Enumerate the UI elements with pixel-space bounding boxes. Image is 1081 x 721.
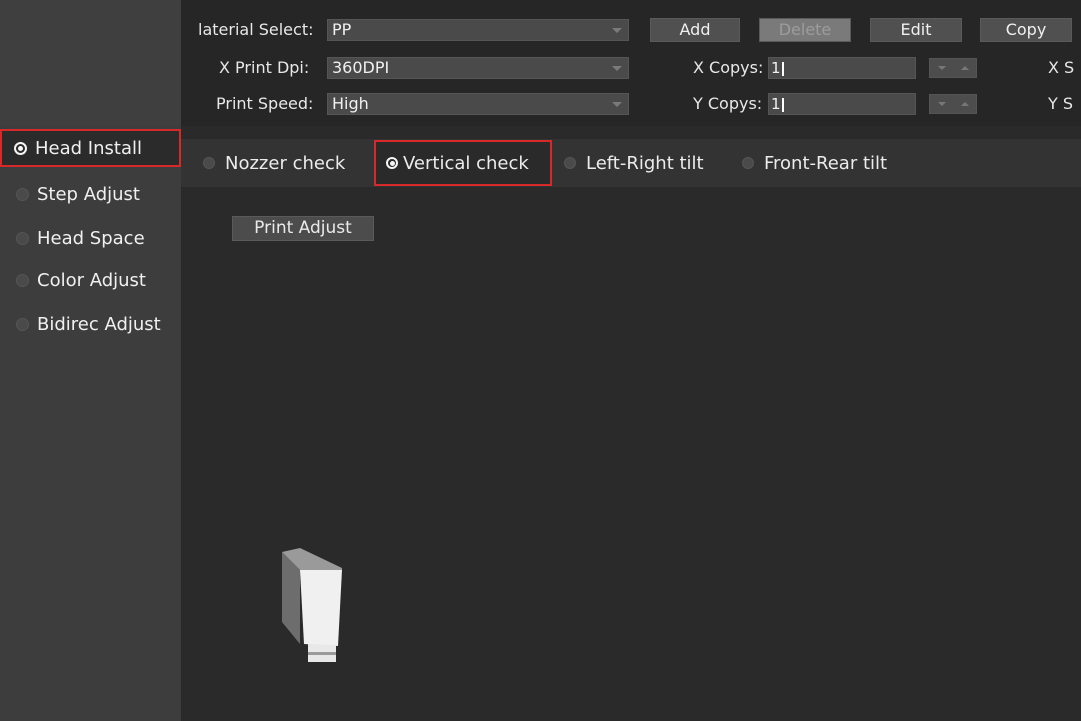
tab-label: Nozzer check — [225, 152, 346, 174]
radio-unselected-icon — [16, 317, 29, 331]
sidebar-item-label: Step Adjust — [37, 183, 140, 205]
sidebar-item-head-space[interactable]: Head Space — [0, 222, 181, 254]
text-caret — [781, 61, 784, 76]
material-row: laterial Select: PP Add Delete Edit Copy — [181, 17, 1081, 43]
sidebar-item-step-adjust[interactable]: Step Adjust — [0, 178, 181, 210]
x-print-dpi-value: 360DPI — [332, 58, 390, 77]
tab-label: Front-Rear tilt — [764, 152, 888, 174]
settings-panel: laterial Select: PP Add Delete Edit Copy… — [181, 0, 1081, 126]
spinner-up-icon[interactable] — [953, 95, 976, 113]
dropdown-arrow-icon — [612, 28, 622, 33]
print-speed-value: High — [332, 94, 369, 113]
delete-button[interactable]: Delete — [759, 18, 851, 42]
y-copys-stepper[interactable] — [929, 94, 977, 114]
text-caret — [781, 97, 784, 112]
tab-vertical-check[interactable]: Vertical check — [374, 140, 552, 186]
print-adjust-button[interactable]: Print Adjust — [232, 216, 374, 241]
y-copys-value: 1 — [771, 95, 781, 113]
x-print-dpi-label: X Print Dpi: — [219, 58, 310, 77]
radio-unselected-icon — [16, 187, 29, 201]
radio-unselected-icon — [16, 273, 29, 287]
add-button[interactable]: Add — [650, 18, 740, 42]
sidebar-item-head-install[interactable]: Head Install — [0, 129, 181, 167]
x-copys-value: 1 — [771, 59, 781, 77]
dropdown-arrow-icon — [612, 66, 622, 71]
spinner-down-icon[interactable] — [930, 95, 953, 113]
radio-selected-icon — [14, 141, 27, 155]
x-print-dpi-select[interactable]: 360DPI — [327, 57, 629, 79]
material-select[interactable]: PP — [327, 19, 629, 41]
copy-button[interactable]: Copy — [980, 18, 1072, 42]
y-copys-input[interactable]: 1 — [768, 93, 916, 115]
tab-nozzer-check[interactable]: Nozzer check — [203, 139, 345, 187]
material-select-value: PP — [332, 20, 352, 39]
dropdown-arrow-icon — [612, 102, 622, 107]
y-copys-label: Y Copys: — [693, 94, 763, 113]
print-speed-label: Print Speed: — [216, 94, 314, 113]
tab-front-rear-tilt[interactable]: Front-Rear tilt — [742, 139, 887, 187]
material-select-label: laterial Select: — [198, 20, 314, 39]
sidebar-item-color-adjust[interactable]: Color Adjust — [0, 264, 181, 296]
x-s-label: X S — [1048, 58, 1075, 77]
xdpi-row: X Print Dpi: 360DPI X Copys: 1 X S — [181, 55, 1081, 81]
tab-left-right-tilt[interactable]: Left-Right tilt — [564, 139, 704, 187]
x-copys-stepper[interactable] — [929, 58, 977, 78]
tab-label: Vertical check — [403, 152, 529, 174]
y-s-label: Y S — [1048, 94, 1074, 113]
left-sidebar: Head Install Step Adjust Head Space Colo… — [0, 0, 181, 721]
print-head-graphic — [282, 548, 342, 662]
x-copys-label: X Copys: — [693, 58, 764, 77]
check-tabs: Nozzer check Vertical check Left-Right t… — [181, 139, 1081, 187]
radio-unselected-icon — [742, 157, 754, 169]
sidebar-item-label: Head Install — [35, 137, 142, 159]
sidebar-item-label: Color Adjust — [37, 269, 146, 291]
sidebar-item-label: Head Space — [37, 227, 145, 249]
sidebar-item-bidirec-adjust[interactable]: Bidirec Adjust — [0, 308, 181, 340]
speed-row: Print Speed: High Y Copys: 1 Y S — [181, 91, 1081, 117]
radio-unselected-icon — [16, 231, 29, 245]
sidebar-item-label: Bidirec Adjust — [37, 313, 161, 335]
spinner-down-icon[interactable] — [930, 59, 953, 77]
radio-unselected-icon — [564, 157, 576, 169]
edit-button[interactable]: Edit — [870, 18, 962, 42]
sidebar-top-strip — [0, 0, 181, 126]
radio-unselected-icon — [203, 157, 215, 169]
x-copys-input[interactable]: 1 — [768, 57, 916, 79]
spinner-up-icon[interactable] — [953, 59, 976, 77]
print-speed-select[interactable]: High — [327, 93, 629, 115]
radio-selected-icon — [386, 157, 398, 169]
tab-label: Left-Right tilt — [586, 152, 704, 174]
